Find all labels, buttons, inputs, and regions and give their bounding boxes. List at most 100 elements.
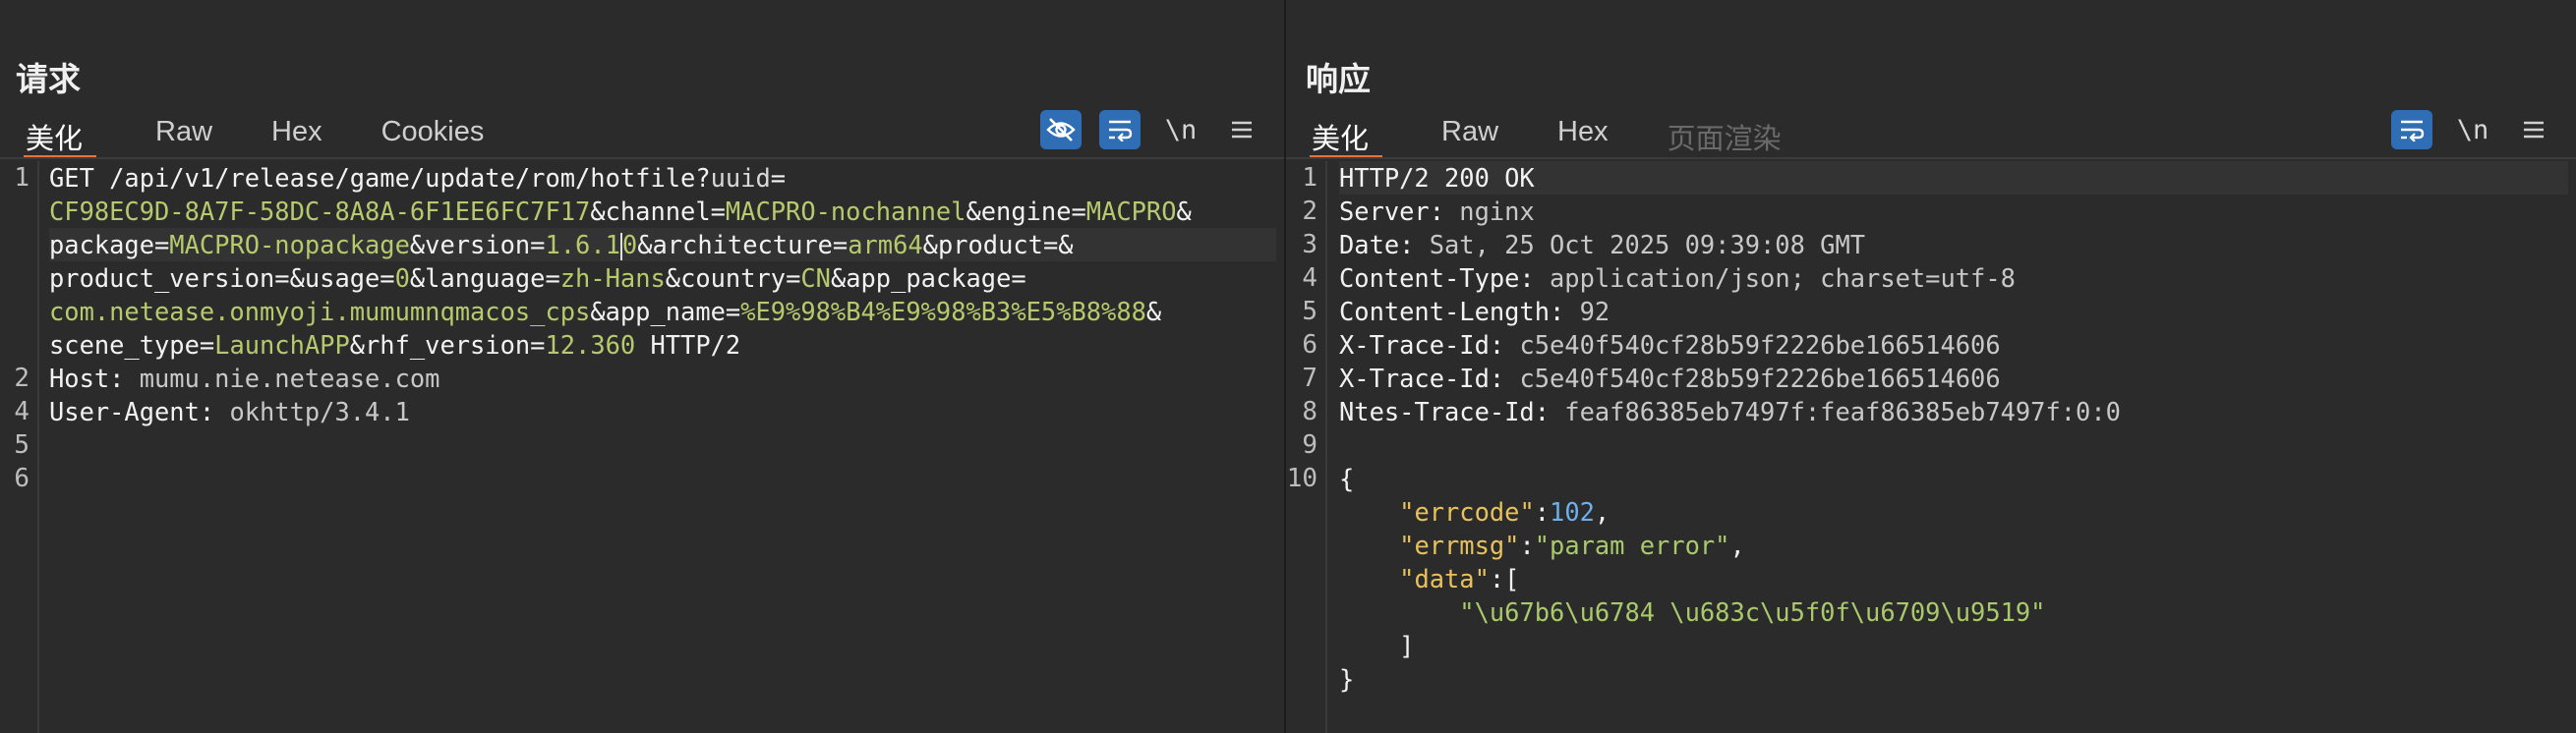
code-token: &country= [665, 263, 801, 293]
code-token: Date: [1339, 230, 1415, 259]
tab-pretty[interactable]: 美化 [1310, 110, 1383, 159]
tab-hex[interactable]: Hex [1557, 110, 1609, 153]
code-token: LaunchAPP [214, 330, 350, 360]
tab-raw[interactable]: Raw [155, 110, 212, 153]
code-token: scene_type= [49, 330, 215, 360]
code-line[interactable]: Server: nginx [1339, 195, 2568, 228]
code-token: MACPRO-nopackage [169, 230, 410, 259]
line-number: 6 [14, 464, 29, 493]
code-token: 12.360 [545, 330, 636, 360]
hide-eye-icon[interactable] [1040, 110, 1082, 149]
code-line[interactable]: Host: mumu.nie.netease.com [49, 362, 1276, 395]
line-number: 1 [14, 163, 29, 193]
code-token: Content-Type: [1339, 263, 1535, 293]
code-line[interactable]: X-Trace-Id: c5e40f540cf28b59f2226be16651… [1339, 362, 2568, 395]
code-token: 102 [1550, 497, 1595, 527]
code-token: Host: [49, 364, 125, 393]
request-code[interactable]: GET /api/v1/release/game/update/rom/hotf… [49, 161, 1276, 495]
code-line[interactable]: User-Agent: okhttp/3.4.1 [49, 395, 1276, 428]
code-token: c5e40f540cf28b59f2226be166514606 [1504, 330, 2001, 360]
code-token: X-Trace-Id: [1339, 330, 1505, 360]
code-line[interactable]: "errcode":102, [1339, 495, 2568, 529]
tab-raw[interactable]: Raw [1441, 110, 1498, 153]
code-token: %E9%98%B4%E9%98%B3%E5%B8%88 [740, 297, 1146, 326]
code-line[interactable]: CF98EC9D-8A7F-58DC-8A8A-6F1EE6FC7F17&cha… [49, 195, 1276, 228]
code-line[interactable]: package=MACPRO-nopackage&version=1.6.10&… [49, 228, 1276, 261]
code-line[interactable]: X-Trace-Id: c5e40f540cf28b59f2226be16651… [1339, 328, 2568, 362]
code-token: "data" [1399, 564, 1490, 593]
code-line[interactable] [49, 462, 1276, 495]
code-line[interactable]: Content-Length: 92 [1339, 295, 2568, 328]
code-line[interactable]: Ntes-Trace-Id: feaf86385eb7497f:feaf8638… [1339, 395, 2568, 428]
code-token: application/json; charset=utf-8 [1534, 263, 2016, 293]
code-line[interactable]: { [1339, 462, 2568, 495]
wrap-lines-icon[interactable] [2391, 110, 2432, 149]
code-token: okhttp/3.4.1 [214, 397, 410, 426]
code-token: Sat, 25 Oct 2025 09:39:08 GMT [1414, 230, 1866, 259]
code-token: 0 [621, 230, 638, 259]
newline-toggle[interactable]: \n [1160, 110, 1201, 149]
code-line[interactable]: "data":[ [1339, 562, 2568, 595]
code-token: "\u67b6\u6784 \u683c\u5f0f\u6709\u9519" [1459, 597, 2046, 627]
code-token: , [1729, 531, 1745, 560]
code-line[interactable]: Content-Type: application/json; charset=… [1339, 261, 2568, 295]
code-line[interactable]: GET /api/v1/release/game/update/rom/hotf… [49, 161, 1276, 195]
code-token: & [1176, 197, 1192, 226]
code-token: product_version=&usage= [49, 263, 395, 293]
code-token: arm64 [848, 230, 923, 259]
line-number: 7 [1302, 364, 1317, 393]
code-token: HTTP/2 [635, 330, 741, 360]
code-token: "errcode" [1399, 497, 1535, 527]
code-token: : [1534, 497, 1551, 527]
code-token: package= [49, 230, 170, 259]
line-number: 5 [14, 430, 29, 460]
code-token: GET /api/v1/release/game/update/rom/hotf… [49, 163, 711, 193]
code-line[interactable] [1339, 428, 2568, 462]
response-code[interactable]: HTTP/2 200 OK Server: nginx Date: Sat, 25 … [1339, 161, 2568, 696]
code-token: MACPRO [1085, 197, 1177, 226]
request-title: 请求 [16, 61, 81, 97]
code-token: "errmsg" [1399, 531, 1520, 560]
code-line[interactable]: scene_type=LaunchAPP&rhf_version=12.360 … [49, 328, 1276, 362]
line-number: 4 [1302, 263, 1317, 293]
code-token: Content-Length: [1339, 297, 1565, 326]
code-token: uuid [710, 163, 771, 193]
tab-render[interactable]: 页面渲染 [1668, 110, 1782, 155]
code-token: feaf86385eb7497f:feaf86385eb7497f:0:0 [1550, 397, 2121, 426]
request-line-gutter: 1 2 4 5 6 [0, 161, 39, 733]
code-line[interactable]: "\u67b6\u6784 \u683c\u5f0f\u6709\u9519" [1339, 595, 2568, 629]
code-token: } [1339, 664, 1355, 694]
code-token: HTTP/2 200 OK [1339, 163, 1535, 193]
line-number: 10 [1286, 464, 1317, 493]
code-line[interactable]: product_version=&usage=0&language=zh-Han… [49, 261, 1276, 295]
code-line[interactable]: } [1339, 662, 2568, 696]
code-token: zh-Hans [559, 263, 666, 293]
menu-icon[interactable] [2513, 110, 2554, 149]
line-number: 2 [1302, 197, 1317, 226]
tab-pretty[interactable]: 美化 [24, 110, 97, 159]
code-line[interactable]: "errmsg":"param error", [1339, 529, 2568, 562]
code-token: , [1594, 497, 1610, 527]
code-token: CF98EC9D-8A7F-58DC-8A8A-6F1EE6FC7F17 [49, 197, 591, 226]
wrap-lines-icon[interactable] [1099, 110, 1141, 149]
code-line[interactable]: ] [1339, 629, 2568, 662]
menu-icon[interactable] [1221, 110, 1262, 149]
newline-toggle[interactable]: \n [2452, 110, 2493, 149]
code-token: &rhf_version= [349, 330, 546, 360]
code-token: X-Trace-Id: [1339, 364, 1505, 393]
code-line[interactable]: HTTP/2 200 OK [1339, 161, 2568, 195]
response-editor[interactable]: 1 2 3 4 5 6 7 8 9 10 HTTP/2 200 OK Server: nginx Da… [1286, 161, 2576, 733]
code-line[interactable]: com.netease.onmyoji.mumumnqmacos_cps&app… [49, 295, 1276, 328]
request-editor[interactable]: 1 2 4 5 6 GET /api/v1/release/game/update/ro… [0, 161, 1284, 733]
line-number: 9 [1302, 430, 1317, 460]
code-token: mumu.nie.netease.com [124, 364, 440, 393]
request-pane: 请求 美化 Raw Hex Cookies \n 1 2 4 5 6 GET /api/… [0, 0, 1286, 733]
code-line[interactable]: Date: Sat, 25 Oct 2025 09:39:08 GMT [1339, 228, 2568, 261]
tab-hex[interactable]: Hex [271, 110, 322, 153]
code-token: User-Agent: [49, 397, 215, 426]
line-number: 2 [14, 364, 29, 393]
tab-cookies[interactable]: Cookies [381, 110, 485, 153]
code-line[interactable] [49, 428, 1276, 462]
